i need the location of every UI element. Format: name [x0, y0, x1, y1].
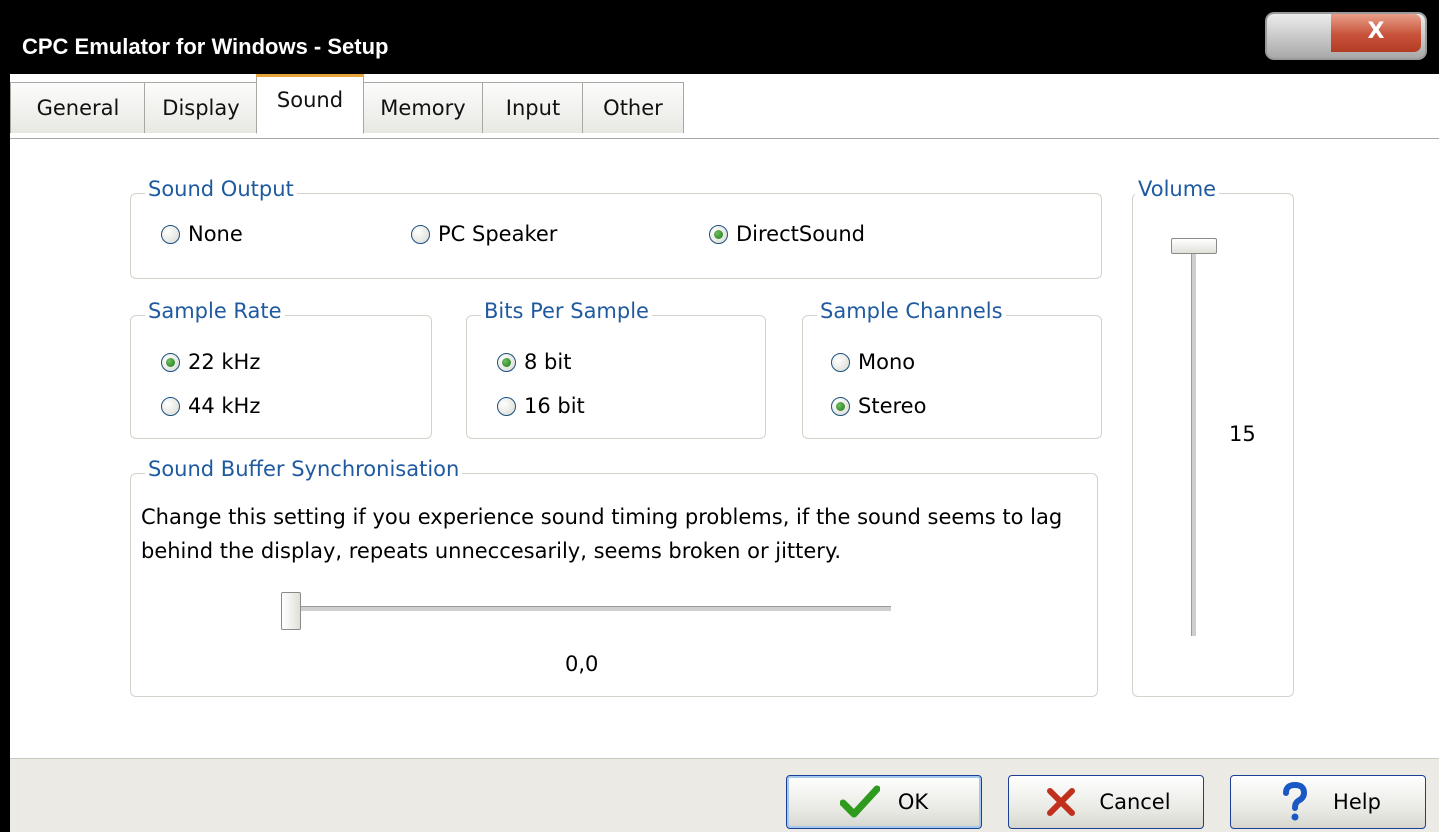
- radio-8bit[interactable]: 8 bit: [497, 350, 571, 374]
- tab-general[interactable]: General: [10, 82, 146, 133]
- checkmark-icon: [839, 784, 880, 820]
- radio-label: Stereo: [858, 394, 927, 418]
- radio-button[interactable]: [161, 396, 180, 416]
- ok-button[interactable]: OK: [786, 775, 982, 829]
- radio-44khz[interactable]: 44 kHz: [161, 394, 260, 418]
- tab-label: General: [36, 96, 120, 120]
- sample-channels-group: Sample Channels Mono Stereo: [802, 299, 1102, 439]
- tab-label: Sound: [276, 88, 344, 112]
- volume-legend: Volume: [1135, 177, 1220, 201]
- tab-display[interactable]: Display: [144, 82, 258, 133]
- tab-memory[interactable]: Memory: [362, 82, 484, 133]
- cancel-x-icon: [1041, 784, 1081, 820]
- radio-label: DirectSound: [736, 222, 866, 246]
- radio-button[interactable]: [161, 352, 180, 372]
- ok-label: OK: [897, 790, 929, 814]
- radio-label: Mono: [858, 350, 916, 374]
- buffer-sync-value: 0,0: [565, 652, 599, 676]
- radio-none[interactable]: None: [161, 222, 243, 246]
- bits-per-sample-group: Bits Per Sample 8 bit 16 bit: [466, 299, 766, 439]
- help-label: Help: [1333, 790, 1381, 814]
- radio-label: 8 bit: [524, 350, 572, 374]
- radio-button[interactable]: [497, 396, 516, 416]
- sample-channels-legend: Sample Channels: [817, 299, 1006, 323]
- tab-other[interactable]: Other: [582, 82, 684, 133]
- volume-value: 15: [1229, 422, 1256, 446]
- buffer-sync-description: Change this setting if you experience so…: [141, 505, 1063, 563]
- radio-button[interactable]: [709, 224, 728, 244]
- cancel-button[interactable]: Cancel: [1008, 775, 1204, 829]
- tab-label: Display: [162, 96, 240, 120]
- buffer-sync-legend: Sound Buffer Synchronisation: [145, 457, 463, 481]
- bits-per-sample-legend: Bits Per Sample: [481, 299, 652, 323]
- radio-pc-speaker[interactable]: PC Speaker: [411, 222, 557, 246]
- buffer-sync-group: Sound Buffer Synchronisation Change this…: [130, 457, 1098, 697]
- radio-button[interactable]: [411, 224, 430, 244]
- radio-label: 16 bit: [524, 394, 585, 418]
- radio-label: None: [188, 222, 243, 246]
- close-icon: X: [1367, 19, 1385, 44]
- radio-label: 22 kHz: [188, 350, 261, 374]
- tab-input[interactable]: Input: [482, 82, 584, 133]
- radio-button[interactable]: [831, 352, 850, 372]
- help-button[interactable]: Help: [1230, 775, 1426, 829]
- close-button[interactable]: X: [1331, 14, 1421, 52]
- radio-22khz[interactable]: 22 kHz: [161, 350, 260, 374]
- sound-output-legend: Sound Output: [145, 177, 297, 201]
- volume-group: Volume 15: [1132, 177, 1294, 697]
- tab-label: Input: [505, 96, 561, 120]
- radio-stereo[interactable]: Stereo: [831, 394, 926, 418]
- title-bar[interactable]: CPC Emulator for Windows - Setup X: [10, 10, 1439, 74]
- dialog-footer: OK Cancel Help: [10, 758, 1439, 832]
- tab-bar: General Display Sound Memory Input Other: [10, 74, 1439, 138]
- tab-label: Memory: [380, 96, 466, 120]
- radio-mono[interactable]: Mono: [831, 350, 915, 374]
- sound-tab-page: Sound Output None PC Speaker DirectSound…: [10, 138, 1439, 759]
- help-question-icon: [1275, 782, 1315, 821]
- radio-button[interactable]: [831, 396, 850, 416]
- buffer-sync-slider-track[interactable]: [295, 606, 891, 612]
- radio-directsound[interactable]: DirectSound: [709, 222, 865, 246]
- radio-16bit[interactable]: 16 bit: [497, 394, 585, 418]
- setup-dialog: CPC Emulator for Windows - Setup X Gener…: [10, 10, 1439, 832]
- sample-rate-legend: Sample Rate: [145, 299, 285, 323]
- volume-slider-thumb[interactable]: [1171, 238, 1217, 254]
- tab-sound[interactable]: Sound: [256, 74, 364, 134]
- radio-button[interactable]: [161, 224, 180, 244]
- window-title: CPC Emulator for Windows - Setup: [22, 34, 389, 59]
- sound-output-group: Sound Output None PC Speaker DirectSound: [130, 177, 1102, 279]
- radio-button[interactable]: [497, 352, 516, 372]
- volume-slider-track[interactable]: [1191, 244, 1197, 636]
- radio-label: PC Speaker: [438, 222, 558, 246]
- buffer-sync-slider-thumb[interactable]: [281, 592, 301, 630]
- tab-label: Other: [603, 96, 663, 120]
- radio-label: 44 kHz: [188, 394, 261, 418]
- cancel-label: Cancel: [1099, 790, 1171, 814]
- sample-rate-group: Sample Rate 22 kHz 44 kHz: [130, 299, 432, 439]
